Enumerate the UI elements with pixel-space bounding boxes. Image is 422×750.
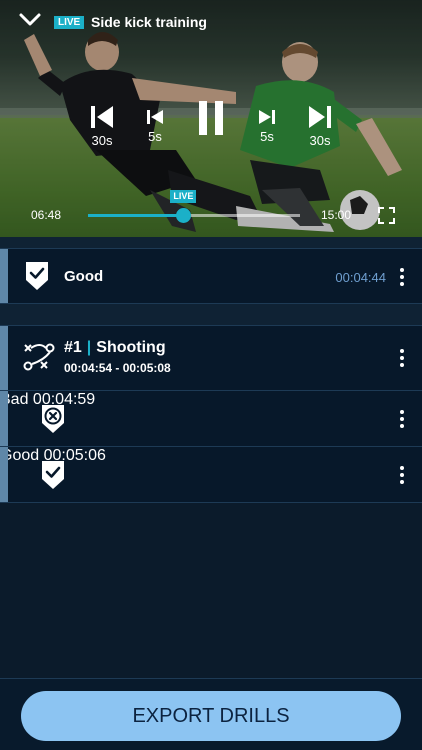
drill-event-row-good[interactable]: Good 00:05:06 — [0, 447, 422, 503]
skip-back-30s-label: 30s — [91, 133, 113, 148]
drill-number: #1 — [64, 339, 82, 356]
row-accent-bar — [0, 326, 8, 390]
player-top-bar: LIVE Side kick training — [0, 0, 422, 44]
skip-forward-5s-button[interactable]: 5s — [254, 108, 280, 144]
row-accent-bar — [0, 391, 8, 446]
event-row-good[interactable]: Good 00:04:44 — [0, 248, 422, 304]
seek-bar-progress — [88, 214, 184, 217]
drill-row-shooting[interactable]: #1 | Shooting 00:04:54 - 00:05:08 — [0, 325, 422, 391]
check-badge-icon — [42, 461, 64, 489]
skip-forward-5s-label: 5s — [260, 129, 274, 144]
skip-back-5s-label: 5s — [148, 129, 162, 144]
fullscreen-icon[interactable] — [378, 207, 395, 224]
skip-forward-icon — [309, 106, 331, 128]
event-verdict: Good — [64, 268, 104, 285]
tactics-play-icon — [23, 343, 55, 371]
skip-forward-30s-button[interactable]: 30s — [304, 104, 336, 148]
footer-bar: EXPORT DRILLS — [0, 678, 422, 750]
more-options-icon[interactable] — [398, 466, 406, 486]
skip-back-5s-button[interactable]: 5s — [142, 108, 168, 144]
step-back-icon — [147, 110, 163, 124]
video-title: Side kick training — [91, 14, 207, 30]
drill-title-divider: | — [86, 339, 92, 356]
pause-button[interactable] — [194, 99, 228, 137]
live-badge: LIVE — [54, 16, 85, 29]
live-position-marker: LIVE — [170, 190, 197, 203]
more-options-icon[interactable] — [398, 410, 406, 430]
drill-event-row-bad[interactable]: Bad 00:04:59 — [0, 391, 422, 447]
step-forward-icon — [259, 110, 275, 124]
seek-bar[interactable] — [88, 214, 300, 217]
chevron-down-icon[interactable] — [18, 10, 42, 30]
x-badge-icon — [42, 405, 64, 433]
end-time: 15:00 — [321, 208, 352, 222]
drill-time-range: 00:04:54 - 00:05:08 — [64, 361, 171, 375]
skip-back-30s-button[interactable]: 30s — [86, 104, 118, 148]
check-badge-icon — [26, 262, 48, 290]
pause-icon — [199, 101, 223, 135]
list-spacer — [0, 237, 422, 248]
event-list: Good 00:04:44 #1 | Shooting 00:04:54 - 00:… — [0, 237, 422, 503]
skip-back-icon — [91, 106, 113, 128]
more-options-icon[interactable] — [398, 349, 406, 369]
more-options-icon[interactable] — [398, 268, 406, 288]
list-spacer — [0, 304, 422, 325]
seek-handle[interactable] — [175, 208, 191, 223]
export-drills-button[interactable]: EXPORT DRILLS — [21, 691, 401, 741]
current-time: 06:48 — [31, 208, 62, 222]
drill-name: Shooting — [96, 339, 166, 356]
skip-forward-30s-label: 30s — [309, 133, 331, 148]
video-player[interactable]: LIVE Side kick training 30s 5s 5s 30s 06… — [0, 0, 422, 237]
row-accent-bar — [0, 447, 8, 502]
row-accent-bar — [0, 249, 8, 303]
drill-title: #1 | Shooting — [64, 339, 166, 357]
event-time: 00:04:44 — [335, 270, 386, 285]
